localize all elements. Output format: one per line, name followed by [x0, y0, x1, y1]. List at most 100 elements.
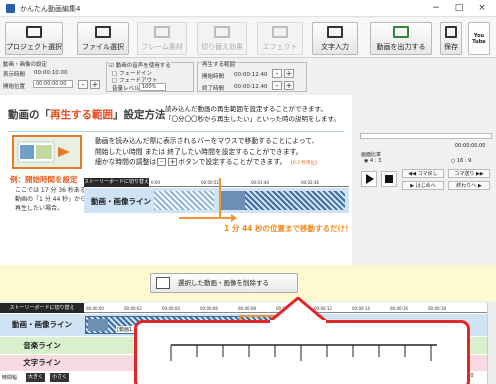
save-button[interactable]: 保存 [440, 22, 462, 55]
ruler-tick: 00:00:00 [86, 306, 104, 311]
range-start-value: 00:00:12.40 [234, 72, 268, 78]
storyboard-toggle-button[interactable]: ストーリーボードに切り替え [0, 303, 84, 313]
youtube-button[interactable]: You Tube [468, 22, 490, 55]
stop-icon [385, 175, 393, 183]
film-icon [26, 26, 42, 38]
volume-label: 音量レベル [112, 86, 140, 92]
playback-range-heading: 再生する範囲 [202, 60, 236, 68]
effect-button[interactable]: エフェクト [257, 22, 303, 55]
clip-settings-heading: 動画・画像の設定 [3, 62, 48, 68]
example-timeline: ストーリーボードに切り替え 0:00 00:00:52 00:01:44 00:… [84, 178, 353, 238]
example-arrowhead [231, 214, 237, 222]
seek-bar[interactable] [360, 133, 492, 139]
example-clip-before [154, 191, 214, 210]
help-intro-line2: 「〇分〇〇秒から再生したい」といった時の説明をします。 [165, 115, 340, 123]
close-button[interactable]: × [472, 2, 492, 15]
time-display: 00:00:00.00 [455, 143, 486, 149]
example-body: ここでは 17 分 36 秒ある 動画の「1 分 44 秒」から 再生したい場合… [15, 186, 86, 213]
zoom-label: 時間幅 [2, 375, 18, 381]
stop-button[interactable] [381, 171, 397, 187]
example-note: 1 分 44 秒の位置まで移動するだけ！ [224, 224, 353, 233]
example-line1: ここでは 17 分 36 秒ある [15, 187, 86, 194]
effect-label: エフェクト [262, 43, 298, 51]
help-title-highlight: 再生する範囲 [50, 109, 113, 121]
callout-pointer [268, 297, 328, 323]
example-arrow [179, 217, 234, 219]
start-position-label: 開始位置 [3, 84, 26, 90]
text-input-label: 文字入力 [321, 43, 349, 51]
help-panel: 動画の「再生する範囲」設定方法 読み込んだ動画の再生範囲を設定することができます… [0, 95, 353, 265]
range-start-plus-button[interactable]: + [284, 69, 294, 78]
floppy-icon [445, 26, 457, 38]
delete-selected-button[interactable]: 選択した動画・画像を削除する [150, 273, 298, 293]
range-end-value: 00:00:12.40 [234, 84, 268, 90]
window-title: かんたん動画編集4 [20, 5, 81, 13]
example-playhead [219, 178, 221, 218]
help-illustration [12, 135, 82, 169]
zoom-in-button[interactable]: 大きく [26, 373, 46, 382]
play-button[interactable] [361, 171, 377, 187]
youtube-icon: You Tube [472, 33, 486, 45]
start-minus-button[interactable]: - [78, 80, 88, 89]
ruler-tick: 00:00:14 [352, 306, 370, 311]
text-icon [327, 26, 343, 38]
frame-back-button[interactable]: ◀◀ コマ戻し [402, 169, 444, 178]
help-title-pre: 動画の「 [8, 109, 50, 121]
ruler-tick: 00:00:16 [390, 306, 408, 311]
delete-bar: 選択した動画・画像を削除する [0, 265, 496, 301]
example-tick: 00:00:52 [201, 180, 219, 185]
text-input-button[interactable]: 文字入力 [312, 22, 358, 55]
start-position-field[interactable]: 00:00:00.00 [33, 80, 73, 88]
help-body-line2: 開始したい時間 または 終了したい時間を設定することができます。 [95, 147, 303, 156]
help-title-post: 」設定方法 [113, 109, 166, 121]
help-body-line3-note: 【0.2 秒単位】 [288, 161, 320, 166]
frame-forward-button[interactable]: コマ送り ▶▶ [448, 169, 490, 178]
use-audio-checkbox[interactable]: ☑ 動画の音声を使用する [109, 61, 171, 69]
help-body-line1: 動画を読み込んだ際に表示されるバーをマウスで移動することによって、 [95, 137, 319, 145]
ruler-tick: 00:00:18 [428, 306, 446, 311]
main-toolbar: プロジェクト選択 ファイル選択 フレーム素材 切り替え効果 エフェクト 文字入力… [0, 18, 496, 58]
plus-key-glyph: + [168, 158, 178, 166]
transition-icon [214, 26, 230, 38]
frame-icon [154, 26, 170, 38]
effect-icon [272, 26, 288, 38]
aspect-169-label: 16 : 9 [456, 158, 472, 164]
example-storyboard-tab: ストーリーボードに切り替え [84, 178, 150, 187]
callout-ruler-graphic [170, 344, 437, 361]
frame-material-button[interactable]: フレーム素材 [137, 22, 187, 55]
transition-effect-label: 切り替え効果 [201, 43, 243, 51]
aspect-43-radio[interactable]: ◉ 4 : 3 [364, 158, 381, 164]
export-video-button[interactable]: 動画を出力する [370, 22, 432, 55]
display-time-label: 表示時間 [3, 72, 26, 78]
transition-effect-button[interactable]: 切り替え効果 [197, 22, 247, 55]
frame-material-label: フレーム素材 [141, 43, 183, 51]
range-start-minus-button[interactable]: - [272, 69, 282, 78]
help-intro: 読み込んだ動画の再生範囲を設定することができます。 「〇分〇〇秒から再生したい」… [165, 104, 340, 124]
display-time-value: 00:00:10.00 [34, 70, 68, 76]
example-tick: 00:01:44 [251, 180, 269, 185]
app-icon [6, 4, 15, 13]
zoom-out-button[interactable]: 小さく [50, 373, 70, 382]
maximize-button[interactable]: □ [449, 2, 469, 15]
aspect-169-radio[interactable]: ○ 16 : 9 [451, 158, 471, 164]
timeline-scrollbar[interactable] [487, 303, 496, 384]
volume-select[interactable]: 100% [139, 83, 166, 91]
example-line3: 再生したい場合。 [15, 205, 64, 212]
project-select-button[interactable]: プロジェクト選択 [5, 22, 63, 55]
range-end-plus-button[interactable]: + [284, 81, 294, 90]
to-end-button[interactable]: 終わりへ ▶ [448, 181, 490, 190]
ruler-tick: 00:00:04 [162, 306, 180, 311]
start-plus-button[interactable]: + [90, 80, 100, 89]
to-start-button[interactable]: ▶ はじめへ [402, 181, 444, 190]
help-title: 動画の「再生する範囲」設定方法 [8, 107, 166, 122]
file-select-button[interactable]: ファイル選択 [77, 22, 129, 55]
music-lane-label: 音楽ライン [23, 341, 61, 350]
example-tick: 00:02:36 [301, 180, 319, 185]
save-label: 保存 [444, 43, 458, 51]
help-body-line3-post: ボタンで設定することができます。 [178, 158, 287, 166]
range-end-minus-button[interactable]: - [272, 81, 282, 90]
ruler-tick: 00:00:08 [238, 306, 256, 311]
example-title: 例：開始時間を設定 [10, 175, 78, 184]
minimize-button[interactable]: − [426, 2, 446, 15]
export-icon [393, 26, 409, 38]
